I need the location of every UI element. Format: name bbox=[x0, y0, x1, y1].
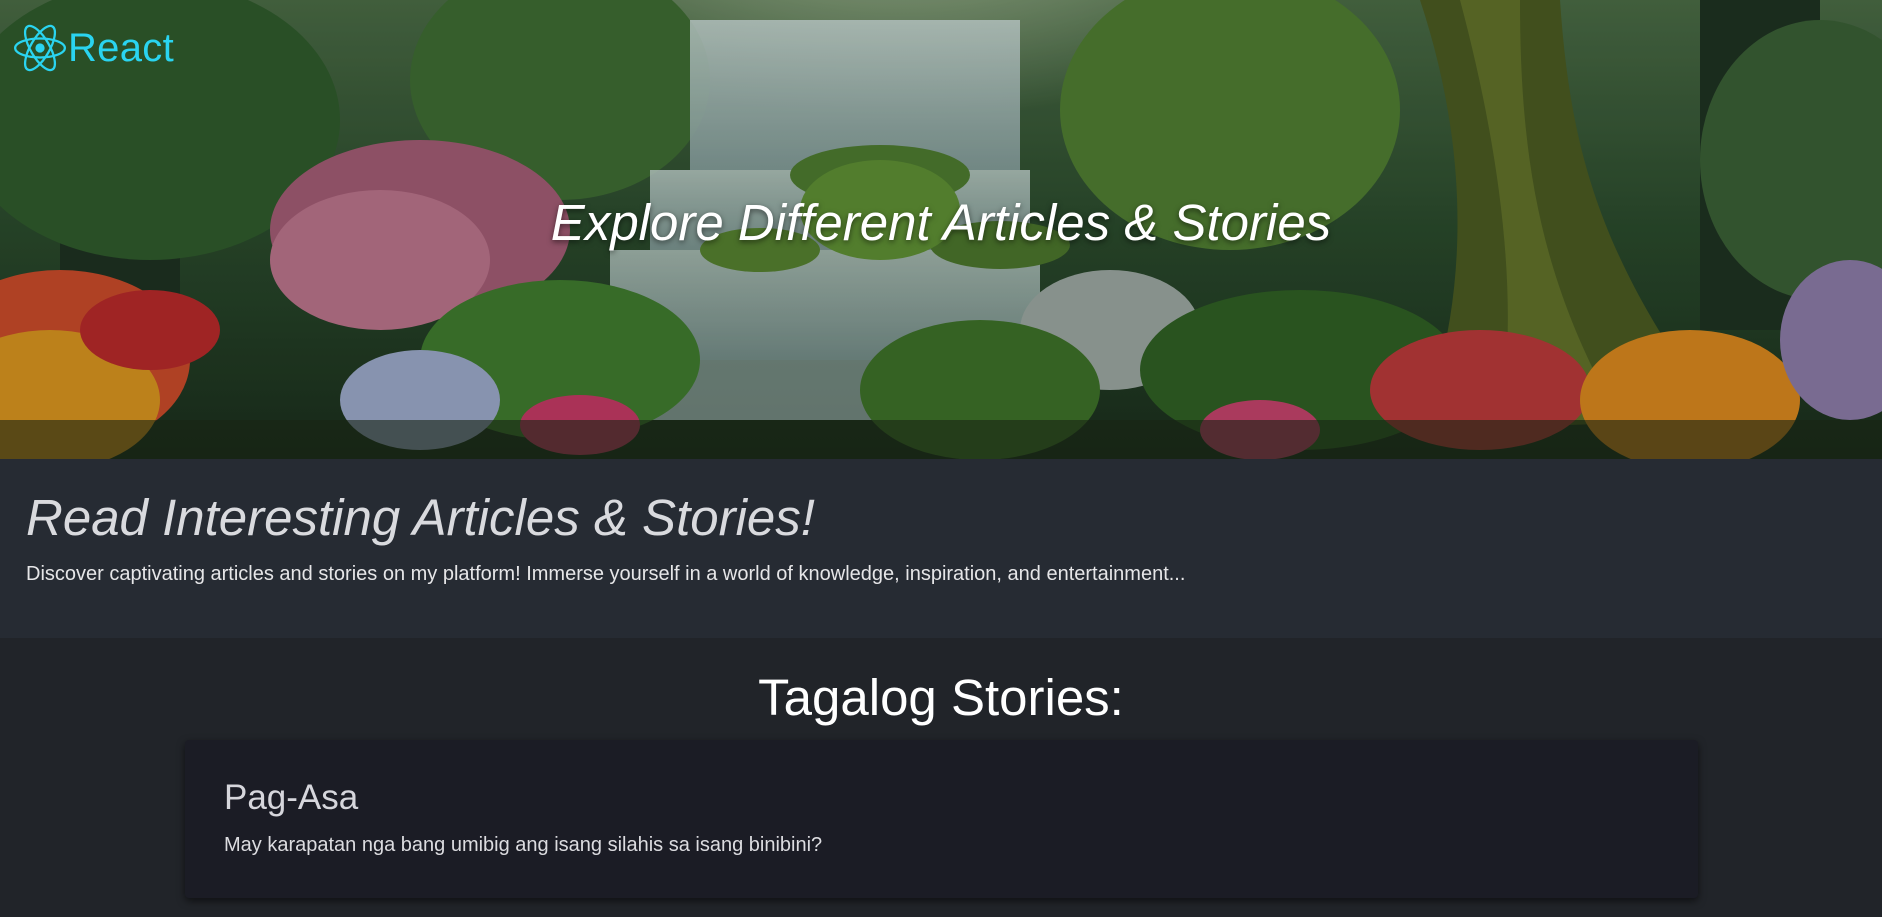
intro-description: Discover captivating articles and storie… bbox=[26, 563, 1186, 585]
react-logo-link[interactable]: React bbox=[14, 22, 174, 74]
react-atom-icon bbox=[14, 24, 66, 72]
hero-banner: React Explore Different Articles & Stori… bbox=[0, 0, 1882, 459]
logo-text: React bbox=[68, 26, 174, 70]
hero-title: Explore Different Articles & Stories bbox=[550, 194, 1332, 251]
story-card[interactable]: Pag-Asa May karapatan nga bang umibig an… bbox=[185, 740, 1698, 898]
intro-title: Read Interesting Articles & Stories! bbox=[26, 489, 815, 546]
stories-section-title: Tagalog Stories: bbox=[758, 669, 1124, 726]
story-card-title: Pag-Asa bbox=[224, 778, 359, 817]
story-card-description: May karapatan nga bang umibig ang isang … bbox=[224, 834, 823, 856]
intro-section bbox=[0, 459, 1882, 638]
